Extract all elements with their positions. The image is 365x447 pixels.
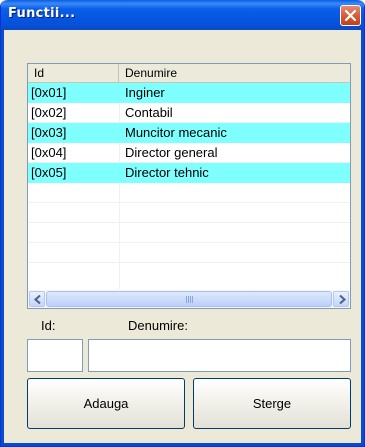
name-input[interactable] — [88, 339, 351, 372]
list-item-name: Muncitor mecanic — [125, 125, 227, 140]
empty-row — [28, 223, 350, 243]
arrow-left-icon — [34, 295, 41, 304]
arrow-right-icon — [339, 295, 346, 304]
list-item[interactable]: [0x04] Director general — [28, 143, 350, 163]
scrollbar-thumb[interactable] — [46, 291, 332, 307]
window-title: Functii... — [8, 6, 76, 21]
list-item-id: [0x05] — [31, 165, 67, 180]
list-item-name: Director general — [125, 145, 218, 160]
scroll-right-button[interactable] — [333, 291, 349, 307]
add-button[interactable]: Adauga — [27, 378, 185, 429]
list-item-id: [0x04] — [31, 145, 67, 160]
window-frame-bottom — [1, 443, 364, 446]
list-item-id: [0x03] — [31, 125, 67, 140]
functions-list[interactable]: Id Denumire [0x01] Inginer [0x02] Contabil[… — [27, 63, 351, 309]
id-input[interactable] — [27, 339, 83, 372]
window-frame-left — [1, 30, 4, 446]
column-header-name[interactable]: Denumire — [119, 64, 350, 82]
grip-icon — [186, 296, 194, 304]
list-item-id: [0x01] — [31, 85, 67, 100]
horizontal-scrollbar[interactable] — [28, 290, 350, 308]
empty-row — [28, 203, 350, 223]
list-item-name: Inginer — [125, 85, 165, 100]
list-item[interactable]: [0x01] Inginer — [28, 83, 350, 103]
list-item[interactable]: [0x03] Muncitor mecanic — [28, 123, 350, 143]
list-rows: [0x01] Inginer [0x02] Contabil [0x03] Muncito… — [28, 83, 350, 263]
list-item-id: [0x02] — [31, 105, 67, 120]
column-header-id[interactable]: Id — [28, 64, 119, 82]
list-item-name: Director tehnic — [125, 165, 209, 180]
window-frame-right — [361, 30, 364, 446]
close-button[interactable] — [340, 5, 361, 26]
list-header: Id Denumire — [28, 64, 350, 83]
empty-row — [28, 243, 350, 263]
id-label: Id: — [41, 318, 56, 333]
dialog-window: Functii... Id Denumire [0x01] Inginer [0x0… — [0, 0, 365, 447]
delete-button[interactable]: Sterge — [193, 378, 351, 429]
empty-row — [28, 183, 350, 203]
name-label: Denumire: — [128, 318, 188, 333]
scroll-left-button[interactable] — [29, 291, 45, 307]
list-item[interactable]: [0x05] Director tehnic — [28, 163, 350, 183]
list-item-name: Contabil — [125, 105, 173, 120]
title-bar[interactable]: Functii... — [1, 0, 364, 30]
close-icon — [344, 9, 357, 22]
list-item[interactable]: [0x02] Contabil — [28, 103, 350, 123]
